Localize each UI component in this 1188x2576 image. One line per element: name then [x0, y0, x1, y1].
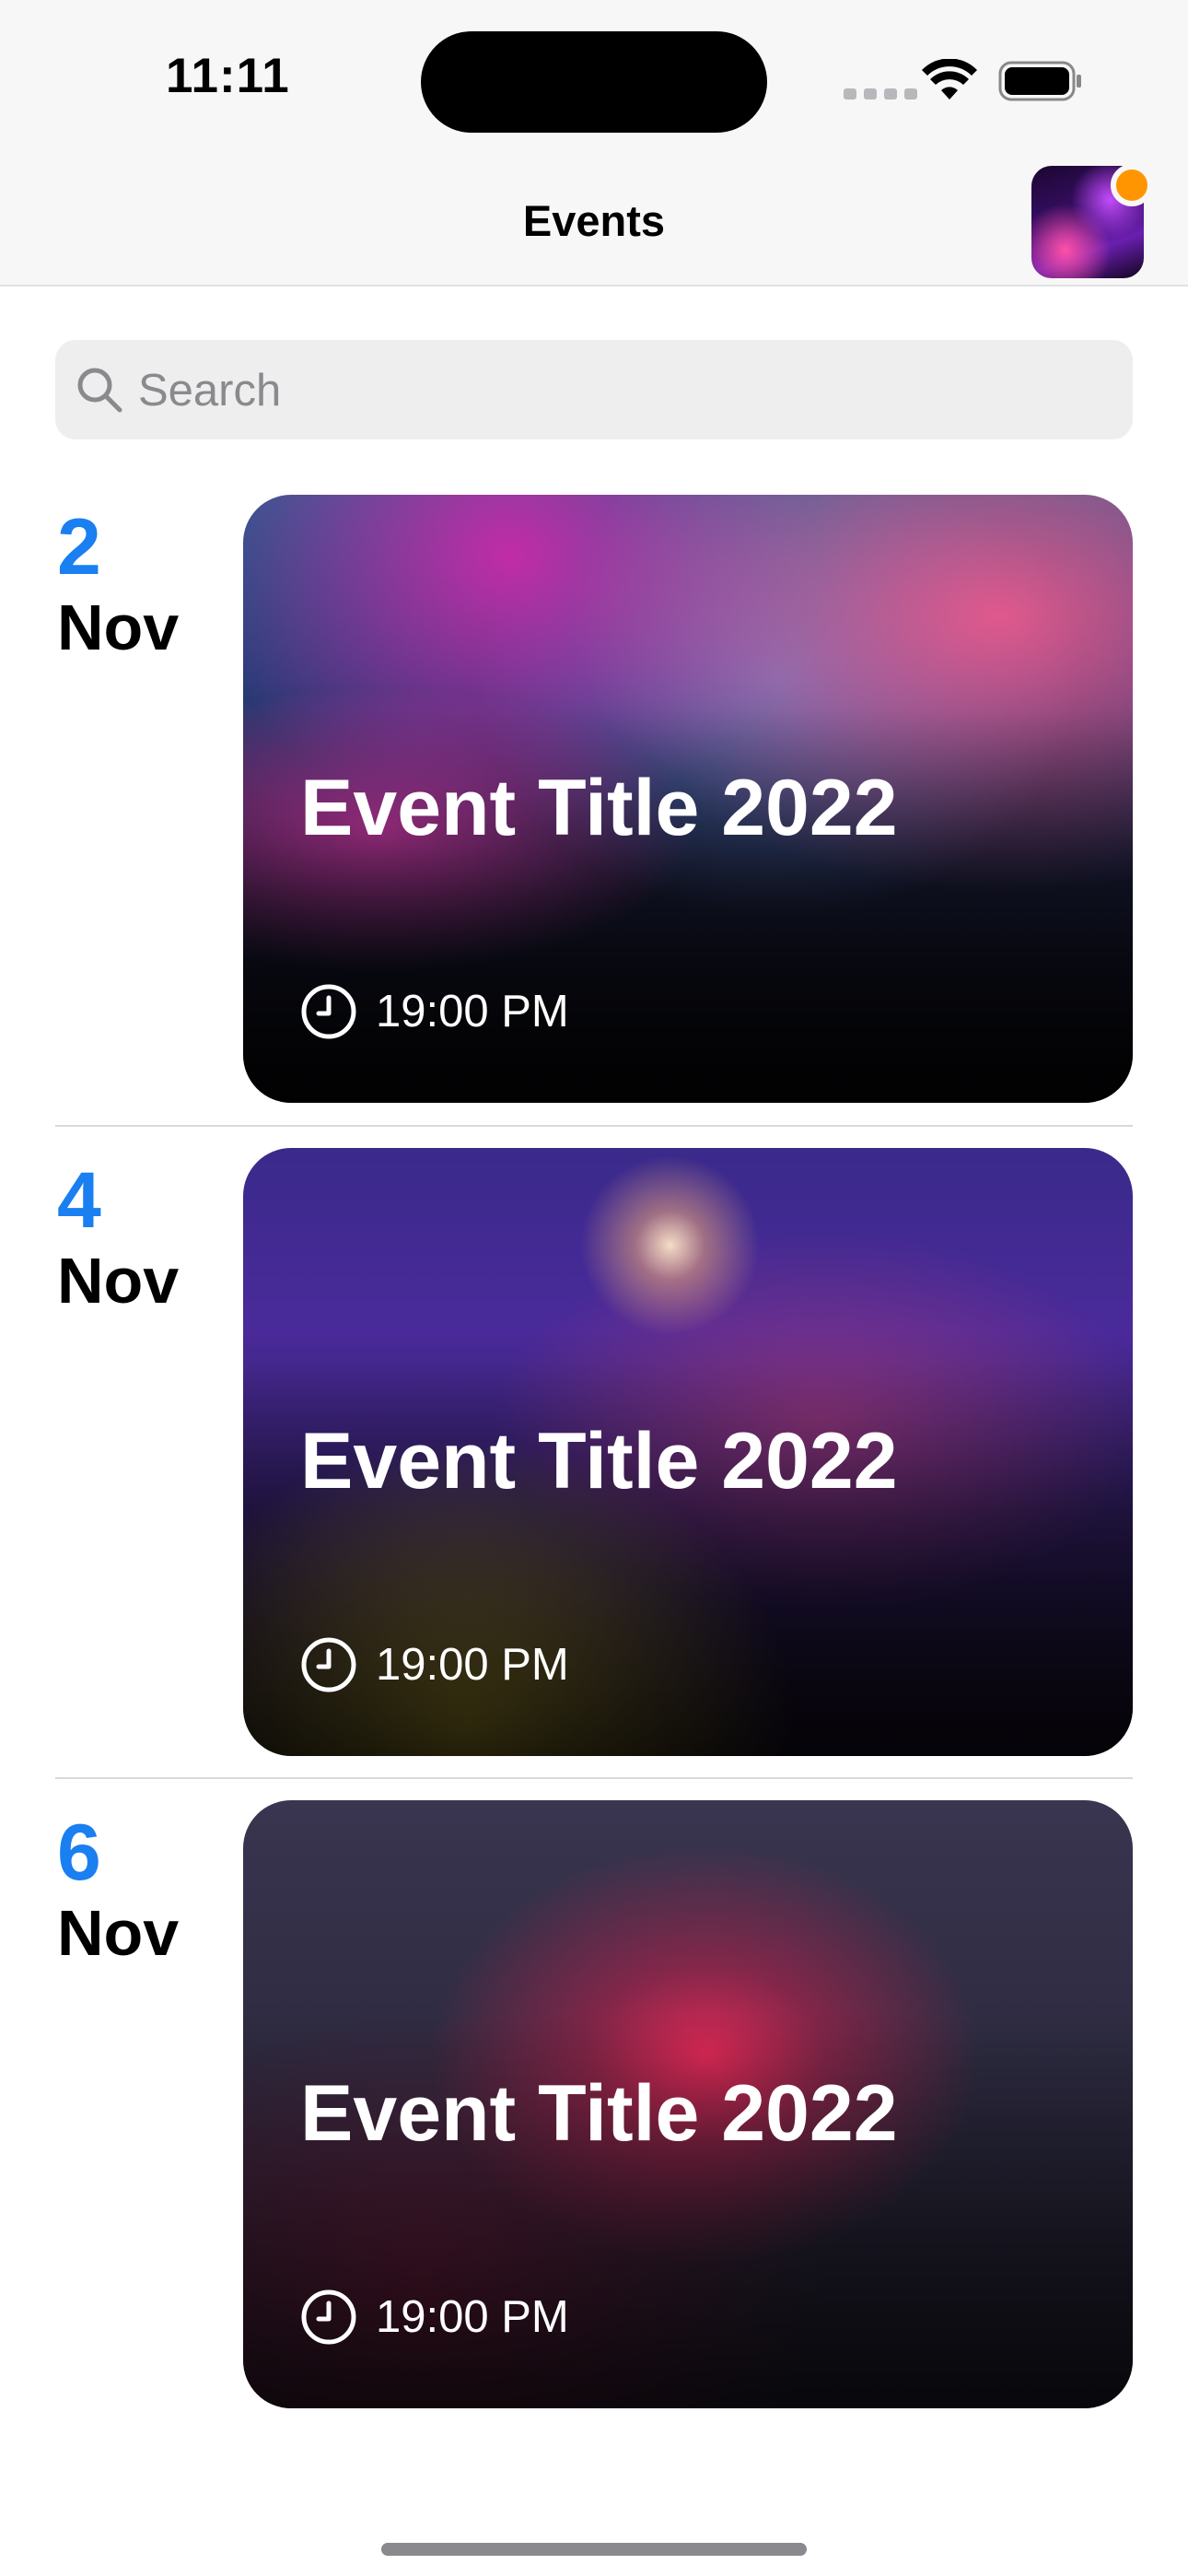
- event-time: 19:00 PM: [300, 1636, 569, 1693]
- event-row[interactable]: 2 Nov Event Title 2022 19:00 PM: [0, 495, 1188, 1103]
- event-month: Nov: [57, 1897, 180, 1969]
- home-indicator[interactable]: [381, 2543, 807, 2556]
- event-time: 19:00 PM: [300, 983, 569, 1040]
- event-title: Event Title 2022: [300, 1417, 898, 1505]
- event-time-label: 19:00 PM: [376, 1640, 569, 1690]
- event-day: 4: [57, 1156, 101, 1245]
- event-title: Event Title 2022: [300, 764, 898, 852]
- event-row[interactable]: 6 Nov Event Title 2022 19:00 PM: [0, 1800, 1188, 2408]
- event-row[interactable]: 4 Nov Event Title 2022 19:00 PM: [0, 1148, 1188, 1756]
- event-day: 2: [57, 503, 101, 591]
- page-title: Events: [522, 196, 666, 245]
- search-input[interactable]: [136, 340, 1116, 441]
- event-time-label: 19:00 PM: [376, 2292, 569, 2342]
- event-card[interactable]: Event Title 2022 19:00 PM: [243, 495, 1133, 1103]
- event-time-label: 19:00 PM: [376, 987, 569, 1036]
- dynamic-island: [421, 31, 767, 133]
- header: 11:11 Events: [0, 0, 1188, 287]
- event-time: 19:00 PM: [300, 2289, 569, 2346]
- search-icon: [77, 368, 122, 413]
- event-title: Event Title 2022: [300, 2069, 898, 2158]
- event-month: Nov: [57, 1245, 180, 1317]
- search-bar[interactable]: [55, 340, 1133, 441]
- row-divider: [55, 1777, 1133, 1779]
- row-divider: [55, 1125, 1133, 1127]
- clock-icon: [301, 2289, 356, 2345]
- cellular-signal-icon: [844, 88, 917, 100]
- event-month: Nov: [57, 591, 180, 663]
- wifi-icon: [922, 59, 977, 100]
- event-day: 6: [57, 1809, 101, 1897]
- notification-badge: [1111, 164, 1153, 206]
- status-time: 11:11: [166, 49, 290, 103]
- battery-icon: [998, 61, 1081, 101]
- clock-icon: [301, 1637, 356, 1692]
- event-card[interactable]: Event Title 2022 19:00 PM: [243, 1800, 1133, 2408]
- clock-icon: [301, 984, 356, 1039]
- event-card[interactable]: Event Title 2022 19:00 PM: [243, 1148, 1133, 1756]
